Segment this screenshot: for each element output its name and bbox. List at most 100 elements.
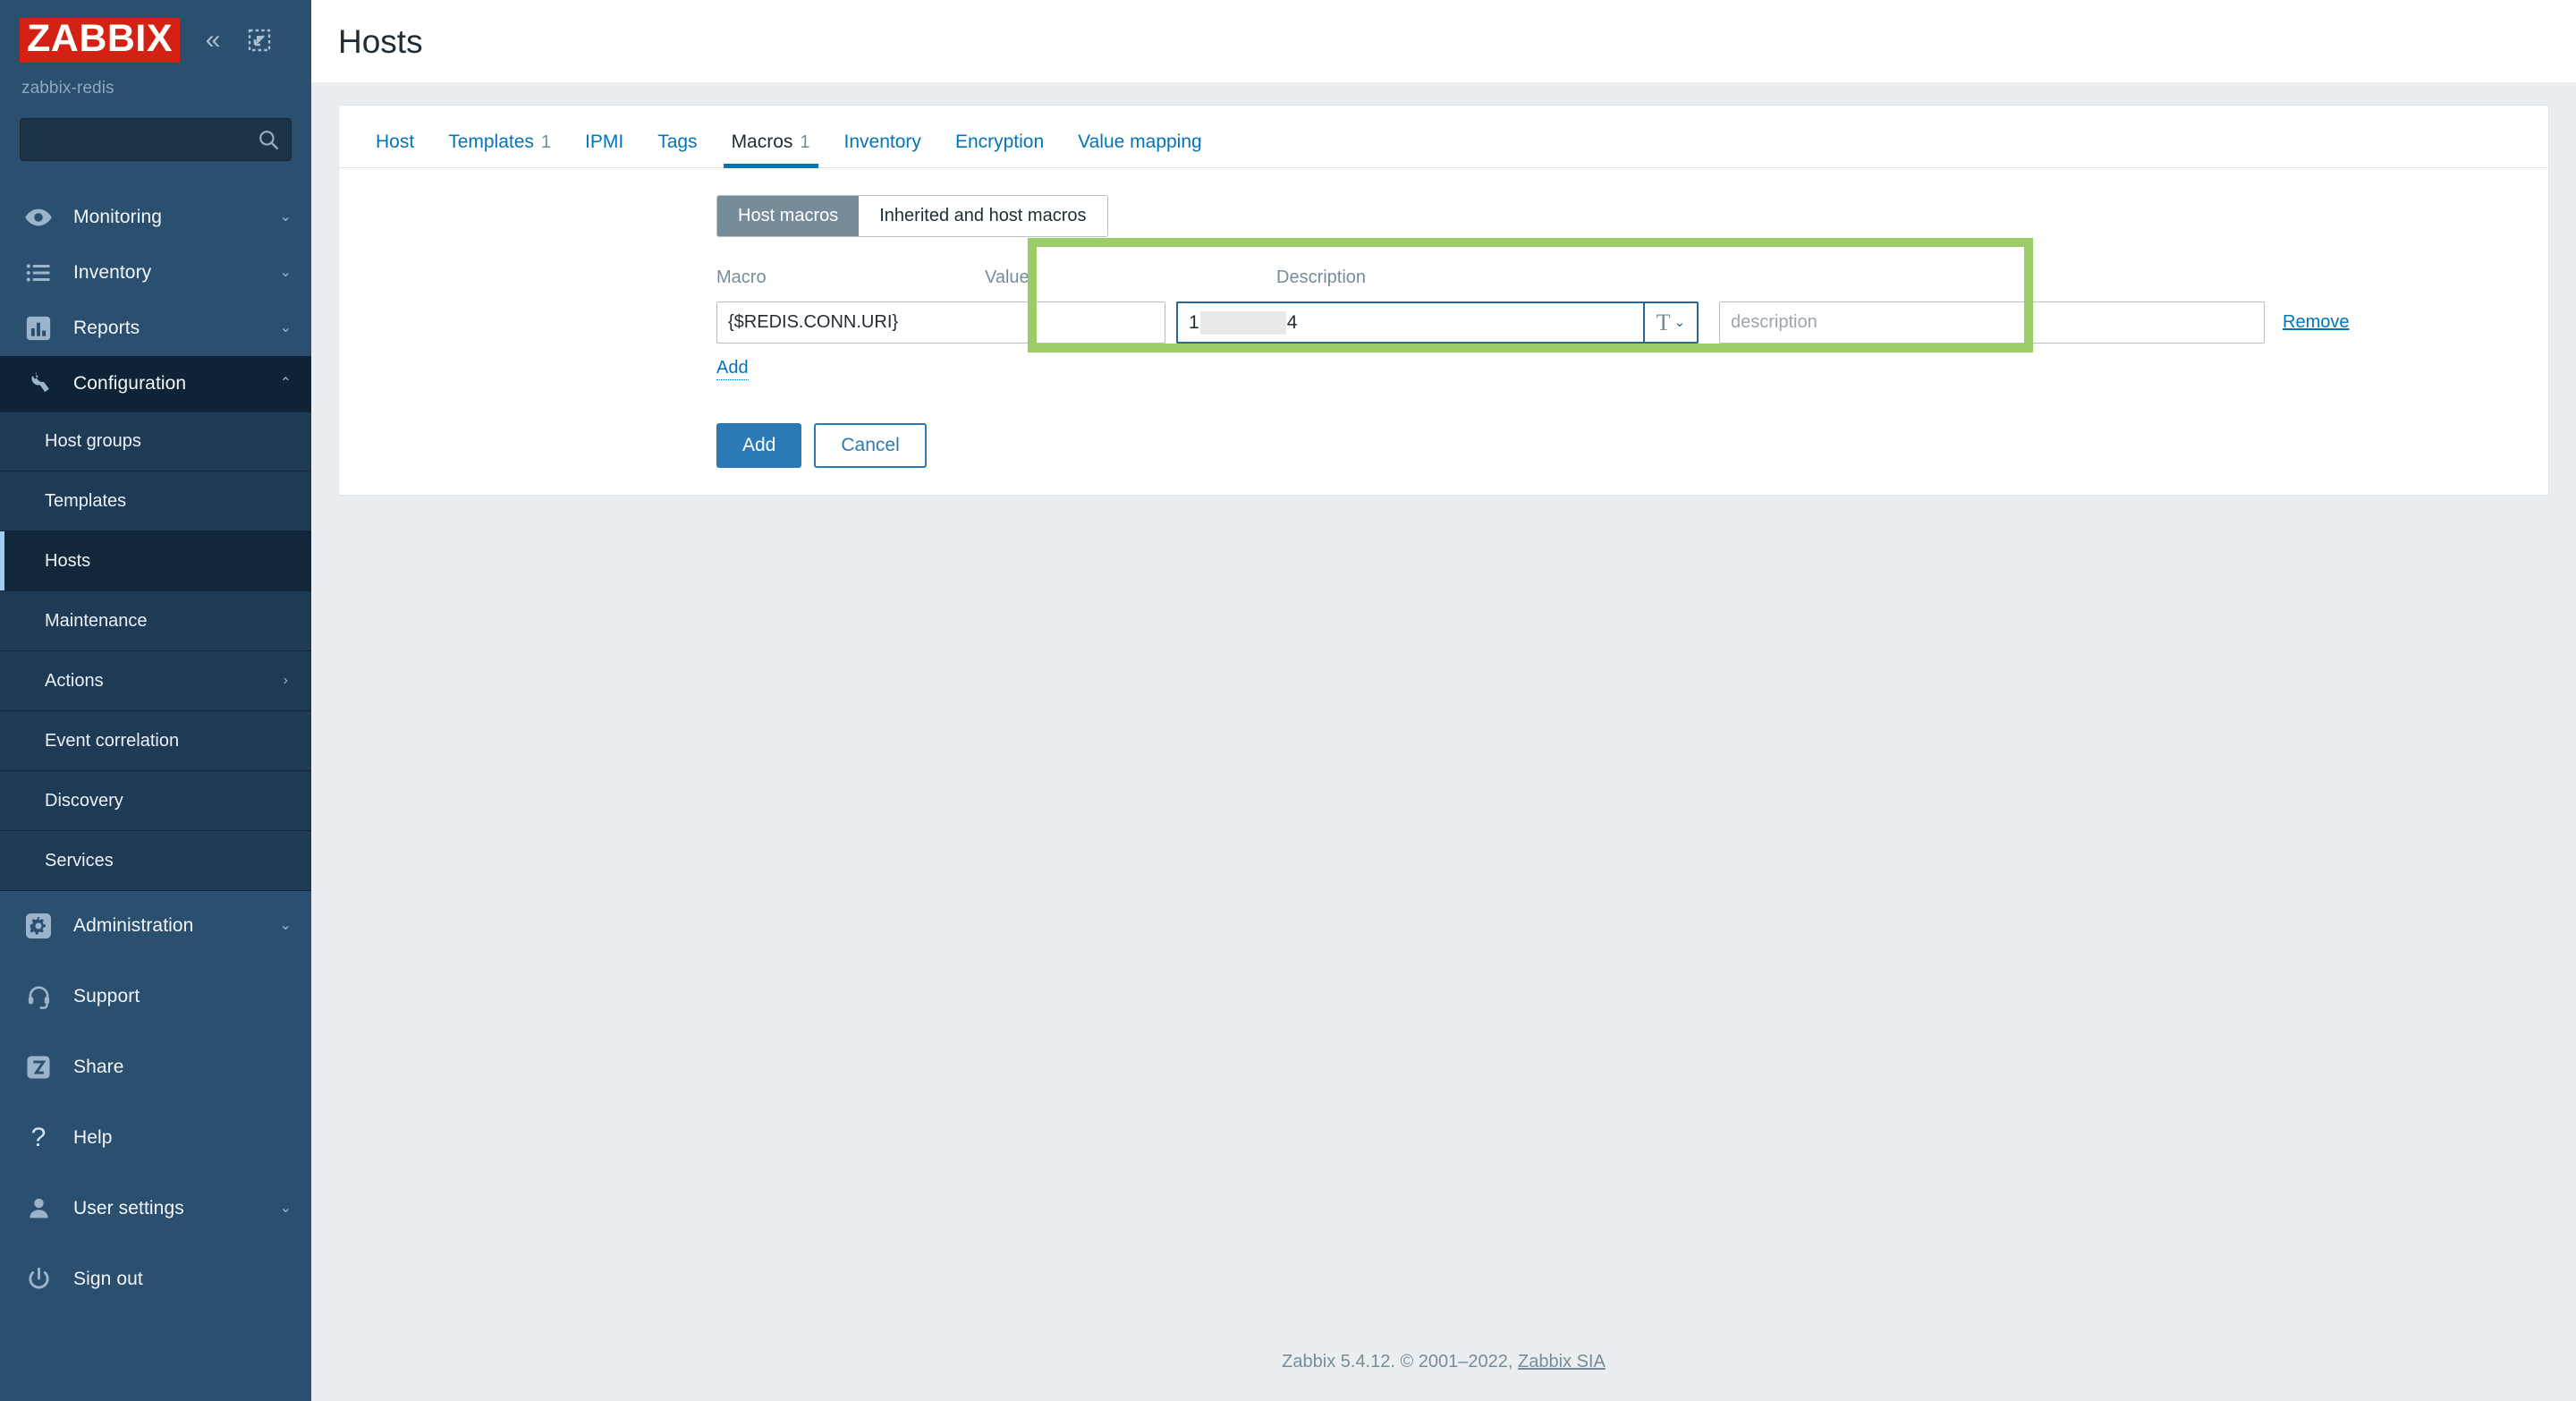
app-root: ZABBIX « zabbix-redis Monitoring ⌄ Inven… xyxy=(0,0,2576,1401)
macro-name-input[interactable] xyxy=(716,301,1165,344)
sidebar-item-monitoring[interactable]: Monitoring ⌄ xyxy=(0,190,311,245)
sidebar-item-label: Support xyxy=(73,985,140,1006)
bar-chart-icon xyxy=(23,313,54,344)
chevron-down-icon: ⌄ xyxy=(1674,315,1686,330)
eye-icon xyxy=(23,202,54,233)
main-content: Hosts Host Templates 1 IPMI Tags Macros … xyxy=(311,0,2576,1401)
tab-label: Encryption xyxy=(954,132,1045,152)
tab-macros[interactable]: Macros 1 xyxy=(715,132,827,168)
sidebar-item-services[interactable]: Services xyxy=(0,831,311,891)
gear-icon xyxy=(23,911,54,941)
sidebar-item-label: Reports xyxy=(73,318,140,338)
column-header-value: Value xyxy=(985,267,1030,287)
person-icon xyxy=(23,1193,54,1224)
sidebar-item-label: Administration xyxy=(73,915,194,936)
tab-host[interactable]: Host xyxy=(359,132,431,167)
macros-table-header: Macro Value Description xyxy=(716,260,2548,294)
tab-label: Inventory xyxy=(843,132,921,152)
sidebar-item-label: Monitoring xyxy=(73,207,163,227)
macro-description-input[interactable] xyxy=(1719,301,2265,344)
sidebar-item-share[interactable]: Share xyxy=(0,1032,311,1102)
sidebar-subitem-label: Templates xyxy=(45,490,127,511)
sidebar-item-templates[interactable]: Templates xyxy=(0,471,311,531)
sidebar-item-administration[interactable]: Administration ⌄ xyxy=(0,898,311,954)
tab-label: Host xyxy=(376,132,415,152)
zabbix-logo: ZABBIX xyxy=(20,18,181,63)
add-macro-row: Add xyxy=(339,358,2548,380)
sidebar-item-label: Configuration xyxy=(73,373,187,394)
sidebar-item-host-groups[interactable]: Host groups xyxy=(0,412,311,471)
power-icon xyxy=(23,1264,54,1295)
search-input[interactable] xyxy=(33,130,257,149)
sidebar-logo-row: ZABBIX « xyxy=(20,14,292,66)
search-icon xyxy=(259,131,278,149)
macro-value-group: 14 T ⌄ xyxy=(1176,301,1699,344)
sidebar-item-label: Sign out xyxy=(73,1268,143,1289)
sidebar-host-name: zabbix-redis xyxy=(21,79,114,98)
sidebar-item-maintenance[interactable]: Maintenance xyxy=(0,591,311,651)
tab-inventory[interactable]: Inventory xyxy=(827,132,938,167)
sidebar-nav: Monitoring ⌄ Inventory ⌄ Reports ⌄ Confi… xyxy=(0,190,311,1314)
zabbix-sia-link[interactable]: Zabbix SIA xyxy=(1518,1352,1606,1371)
tab-label: IPMI xyxy=(585,132,624,152)
sidebar-item-event-correlation[interactable]: Event correlation xyxy=(0,711,311,771)
tab-label: Value mapping xyxy=(1078,132,1202,152)
sidebar-item-actions[interactable]: Actions › xyxy=(0,651,311,711)
tab-value-mapping[interactable]: Value mapping xyxy=(1061,132,1219,167)
sidebar-subnav-configuration: Host groups Templates Hosts Maintenance … xyxy=(0,412,311,891)
chevron-down-icon: ⌄ xyxy=(279,918,292,933)
zabbix-share-icon xyxy=(23,1052,54,1083)
sidebar: ZABBIX « zabbix-redis Monitoring ⌄ Inven… xyxy=(0,0,311,1401)
sidebar-subitem-label: Discovery xyxy=(45,790,123,811)
sidebar-item-discovery[interactable]: Discovery xyxy=(0,771,311,831)
host-macros-button[interactable]: Host macros xyxy=(717,196,860,236)
footer-text: Zabbix 5.4.12. © 2001–2022, xyxy=(1282,1352,1518,1371)
sidebar-item-sign-out[interactable]: Sign out xyxy=(0,1244,311,1314)
macro-value-suffix: 4 xyxy=(1286,311,1298,333)
page-title: Hosts xyxy=(338,23,423,60)
sidebar-item-configuration[interactable]: Configuration ⌃ xyxy=(0,356,311,412)
question-mark-icon: ? xyxy=(30,1122,47,1152)
chevron-down-icon: ⌄ xyxy=(279,1200,292,1216)
chevron-down-icon: ⌄ xyxy=(279,265,292,280)
tab-encryption[interactable]: Encryption xyxy=(938,132,1061,167)
segmented-control: Host macros Inherited and host macros xyxy=(716,195,1108,237)
macro-value-type-dropdown[interactable]: T ⌄ xyxy=(1643,301,1699,344)
tab-templates[interactable]: Templates 1 xyxy=(431,132,568,167)
macros-form: Host macros Inherited and host macros Ma… xyxy=(339,168,2548,468)
add-button[interactable]: Add xyxy=(716,423,802,468)
redaction-block xyxy=(1199,310,1286,335)
sidebar-item-label: Help xyxy=(73,1126,113,1148)
tab-badge: 1 xyxy=(540,132,552,152)
add-macro-link[interactable]: Add xyxy=(716,358,749,380)
cancel-button[interactable]: Cancel xyxy=(814,423,927,468)
double-chevron-left-icon[interactable]: « xyxy=(199,27,226,54)
tab-ipmi[interactable]: IPMI xyxy=(568,132,640,167)
chevron-up-icon: ⌃ xyxy=(279,376,292,391)
macro-value-prefix: 1 xyxy=(1189,311,1199,333)
macro-value-input[interactable]: 14 xyxy=(1176,301,1643,344)
inherited-and-host-macros-button[interactable]: Inherited and host macros xyxy=(859,196,1107,236)
form-actions: Add Cancel xyxy=(339,423,2548,468)
sidebar-item-label: User settings xyxy=(73,1197,184,1218)
headset-icon xyxy=(23,981,54,1012)
sidebar-item-label: Share xyxy=(73,1056,124,1077)
text-type-icon: T xyxy=(1656,309,1671,335)
sidebar-item-reports[interactable]: Reports ⌄ xyxy=(0,301,311,356)
sidebar-search[interactable] xyxy=(20,118,292,161)
sidebar-item-inventory[interactable]: Inventory ⌄ xyxy=(0,245,311,301)
remove-macro-link[interactable]: Remove xyxy=(2283,312,2349,333)
page-header: Hosts xyxy=(311,0,2576,83)
sidebar-item-support[interactable]: Support xyxy=(0,961,311,1032)
sidebar-item-user-settings[interactable]: User settings ⌄ xyxy=(0,1173,311,1244)
chevron-down-icon: ⌄ xyxy=(279,320,292,335)
macros-table: Macro Value Description 14 xyxy=(339,260,2548,344)
sidebar-item-hosts[interactable]: Hosts xyxy=(0,531,311,591)
sidebar-subitem-label: Event correlation xyxy=(45,730,180,751)
tab-tags[interactable]: Tags xyxy=(640,132,714,167)
list-icon xyxy=(23,258,54,288)
sidebar-item-help[interactable]: ? Help xyxy=(0,1102,311,1173)
tab-badge: 1 xyxy=(800,132,810,152)
macro-row: 14 T ⌄ Remove xyxy=(716,301,2548,344)
collapse-sidebar-icon[interactable] xyxy=(246,27,273,54)
